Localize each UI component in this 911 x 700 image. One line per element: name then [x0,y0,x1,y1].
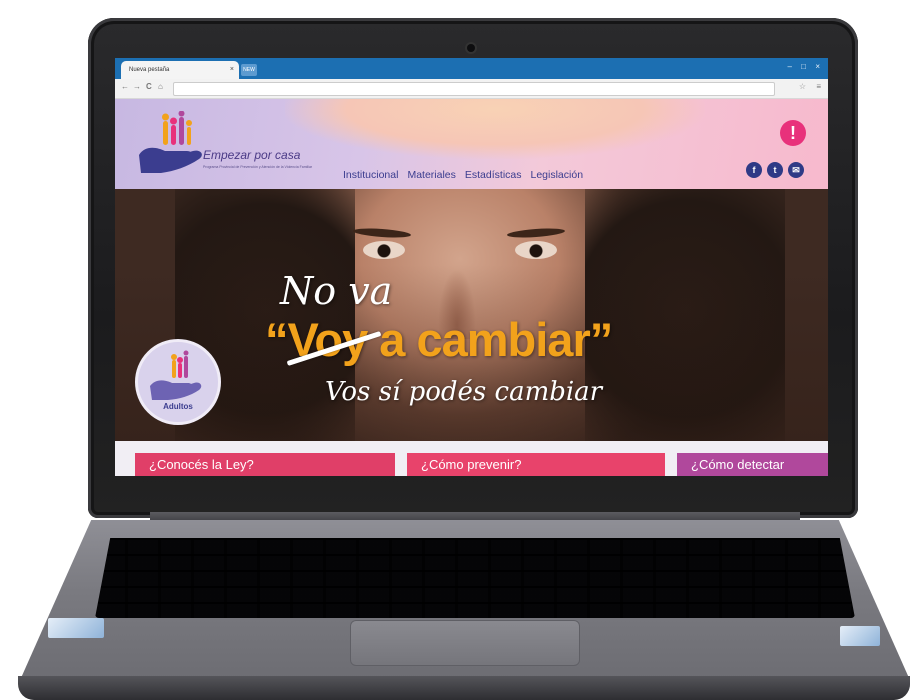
facebook-icon[interactable]: f [746,162,762,178]
nav-item-materiales[interactable]: Materiales [407,169,455,181]
browser-tab[interactable]: Nueva pestaña × [121,61,239,79]
hero-headline-1: No va [280,269,393,313]
nav-item-institucional[interactable]: Institucional [343,169,398,181]
header-decoration [285,99,705,159]
nav-item-legislacion[interactable]: Legislación [531,169,584,181]
info-cards: ¿Conocés la Ley? ¿Cómo prevenir? ¿Cómo d… [115,441,828,476]
card-como-prevenir[interactable]: ¿Cómo prevenir? [407,453,665,476]
badge-logo-icon [150,350,202,400]
laptop-sticker-right [840,626,880,646]
maximize-icon[interactable]: □ [801,62,806,71]
new-tab-button[interactable]: NEW [241,64,257,76]
nav-item-estadisticas[interactable]: Estadísticas [465,169,522,181]
browser-menu-icon[interactable]: ≡ [816,82,821,91]
minimize-icon[interactable]: – [788,62,792,71]
forward-icon[interactable]: → [133,82,141,91]
laptop-sticker-left [48,618,104,638]
email-icon[interactable]: ✉ [788,162,804,178]
url-input[interactable] [173,82,775,96]
laptop-touchpad [350,620,580,666]
badge-label: Adultos [163,402,193,411]
brand-name: Empezar por casa [203,148,301,162]
alert-icon[interactable]: ! [780,120,806,146]
window-close-icon[interactable]: × [815,62,820,71]
home-icon[interactable]: ⌂ [158,82,163,91]
bookmark-star-icon[interactable]: ☆ [799,82,806,91]
main-nav: Institucional Materiales Estadísticas Le… [343,169,583,181]
twitter-icon[interactable]: t [767,162,783,178]
hero-headline-2: “Voy a cambiar” [265,313,613,366]
browser-tab-bar: Nueva pestaña × NEW – □ × [115,58,828,79]
reload-icon[interactable]: C [146,82,152,91]
card-conoces-la-ley[interactable]: ¿Conocés la Ley? [135,453,395,476]
webcam-icon [467,44,475,52]
brand-logo-icon[interactable] [135,111,207,177]
back-icon[interactable]: ← [121,82,129,91]
brand-subtitle: Programa Provincial de Prevención y Aten… [203,165,313,169]
hero-headline-3: Vos sí podés cambiar [325,377,603,407]
close-icon[interactable]: × [230,61,234,79]
laptop-front-edge [18,676,910,700]
laptop-keyboard [95,538,855,618]
hero-banner[interactable]: No va “Voy a cambiar” Vos sí podés cambi… [115,189,828,441]
adultos-badge[interactable]: Adultos [135,339,221,425]
site-header: Empezar por casa Programa Provincial de … [115,99,828,189]
card-como-detectar[interactable]: ¿Cómo detectar [677,453,828,476]
browser-address-bar: ← → C ⌂ ☆ ≡ [115,79,828,99]
laptop-screen: Nueva pestaña × NEW – □ × ← → C ⌂ ☆ ≡ Em… [115,58,828,476]
tab-title: Nueva pestaña [129,67,170,73]
